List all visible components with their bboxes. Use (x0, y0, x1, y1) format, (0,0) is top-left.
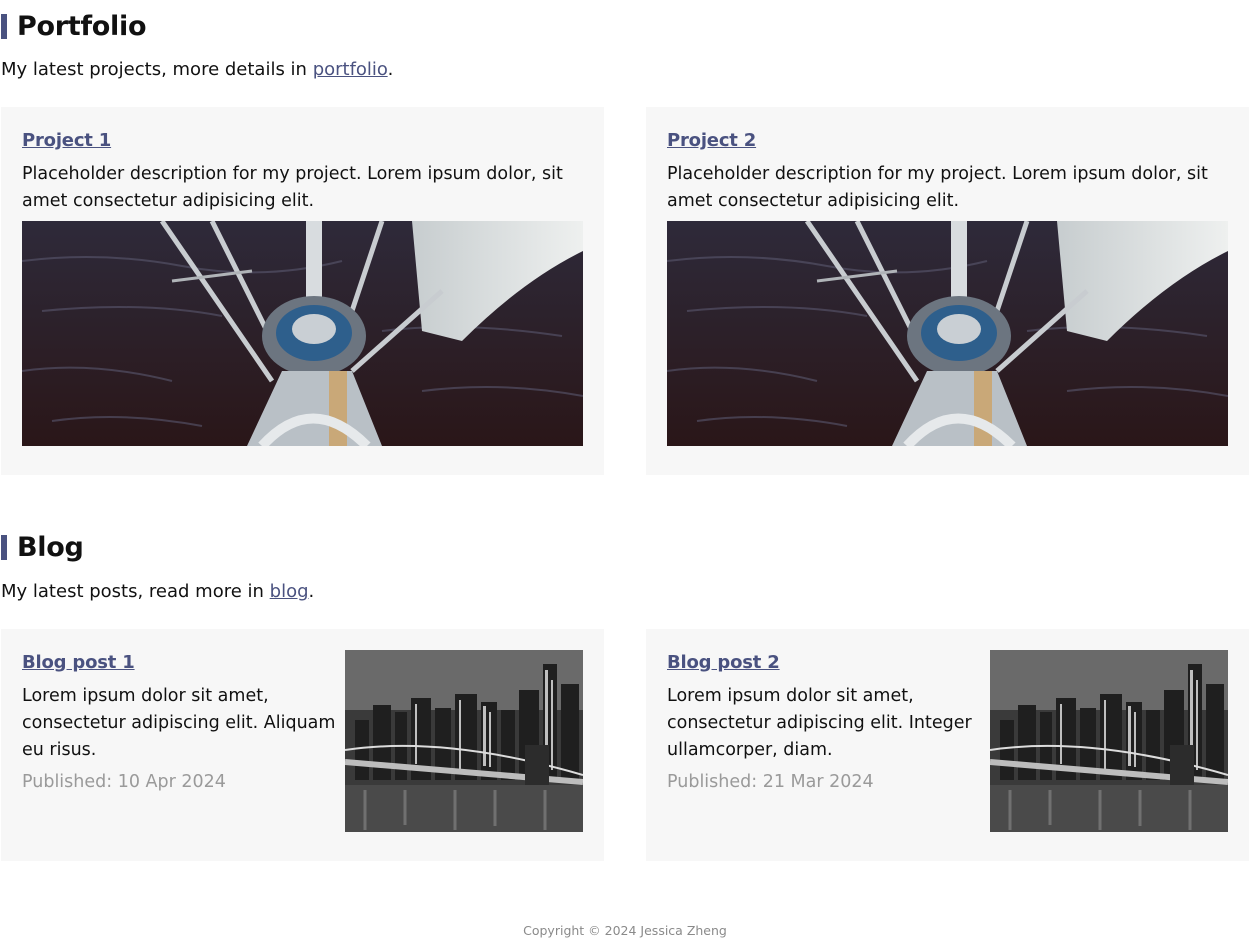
portfolio-title: Portfolio (17, 11, 147, 42)
heading-accent-bar (1, 535, 7, 560)
blog-title: Blog (17, 532, 84, 563)
footer-copyright: Copyright © 2024 Jessica Zheng (523, 923, 727, 938)
blog-post-card: Blog post 2 Lorem ipsum dolor sit amet, … (646, 629, 1249, 861)
blog-post-excerpt: Lorem ipsum dolor sit amet, consectetur … (667, 686, 972, 760)
blog-link[interactable]: blog (270, 581, 309, 602)
project-description: Placeholder description for my project. … (22, 164, 563, 211)
blog-post-title-link[interactable]: Blog post 1 (22, 652, 135, 673)
blog-intro: My latest posts, read more in blog. (1, 581, 314, 602)
project-card: Project 1 Placeholder description for my… (1, 107, 604, 475)
project-card: Project 2 Placeholder description for my… (646, 107, 1249, 475)
project-title-link[interactable]: Project 2 (667, 130, 756, 151)
heading-accent-bar (1, 14, 7, 39)
blog-post-title-link[interactable]: Blog post 2 (667, 652, 780, 673)
blog-post-image (990, 650, 1228, 832)
portfolio-heading: Portfolio (1, 11, 147, 42)
blog-post-image (345, 650, 583, 832)
portfolio-intro-suffix: . (387, 59, 394, 80)
project-description: Placeholder description for my project. … (667, 164, 1208, 211)
blog-post-date: Published: 21 Mar 2024 (667, 772, 874, 792)
blog-post-card: Blog post 1 Lorem ipsum dolor sit amet, … (1, 629, 604, 861)
portfolio-intro-text: My latest projects, more details in (1, 59, 313, 80)
portfolio-intro: My latest projects, more details in port… (1, 59, 393, 80)
blog-post-excerpt: Lorem ipsum dolor sit amet, consectetur … (22, 686, 336, 760)
portfolio-link[interactable]: portfolio (313, 59, 388, 80)
blog-heading: Blog (1, 532, 84, 563)
blog-post-date: Published: 10 Apr 2024 (22, 772, 226, 792)
blog-intro-suffix: . (308, 581, 315, 602)
project-image (22, 221, 583, 446)
project-image (667, 221, 1228, 446)
blog-intro-text: My latest posts, read more in (1, 581, 270, 602)
project-title-link[interactable]: Project 1 (22, 130, 111, 151)
